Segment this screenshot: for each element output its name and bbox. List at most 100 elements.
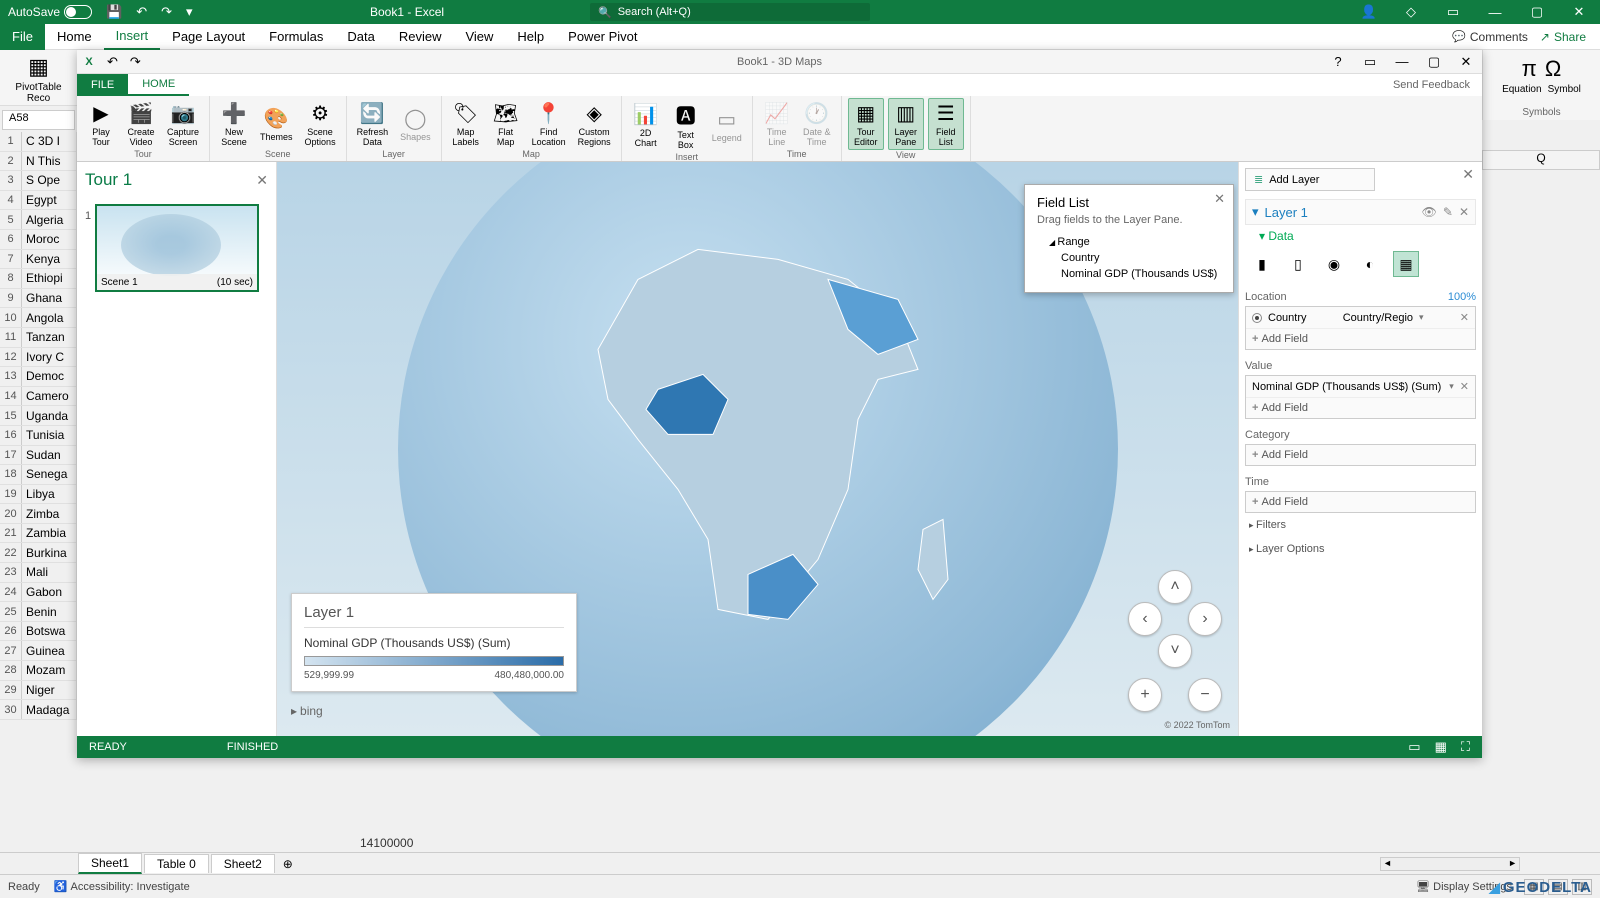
map-canvas[interactable]: ✕ Field List Drag fields to the Layer Pa…: [277, 162, 1238, 736]
map-rotate-left-button[interactable]: ‹: [1128, 602, 1162, 636]
flat-map-button[interactable]: 🗺FlatMap: [488, 98, 524, 149]
cell[interactable]: S Ope: [22, 171, 77, 190]
map-tilt-up-button[interactable]: ˄: [1158, 570, 1192, 604]
cell[interactable]: Egypt: [22, 191, 77, 210]
field-nominal-gdp[interactable]: Nominal GDP (Thousands US$): [1037, 266, 1221, 282]
field-list-button[interactable]: ☰FieldList: [928, 98, 964, 150]
symbol-icon[interactable]: Ω: [1545, 56, 1561, 82]
row-number[interactable]: 19: [0, 485, 22, 504]
row-number[interactable]: 29: [0, 681, 22, 700]
cell[interactable]: N This: [22, 152, 77, 171]
row-number[interactable]: 2: [0, 152, 22, 171]
cell[interactable]: Senega: [22, 465, 77, 484]
capture-screen-button[interactable]: 📷CaptureScreen: [163, 98, 203, 149]
row-number[interactable]: 28: [0, 661, 22, 680]
undo-icon[interactable]: ↶: [136, 4, 147, 20]
maps-view-tiles-icon[interactable]: ▦: [1435, 739, 1447, 755]
row-number[interactable]: 8: [0, 269, 22, 288]
cell[interactable]: Tunisia: [22, 426, 77, 445]
cell[interactable]: Guinea: [22, 641, 77, 660]
cell[interactable]: Zambia: [22, 524, 77, 543]
layer-1-header[interactable]: ▾Layer 1 👁 ✎ ✕: [1245, 199, 1476, 225]
row-number[interactable]: 17: [0, 446, 22, 465]
map-rotate-right-button[interactable]: ›: [1188, 602, 1222, 636]
field-country[interactable]: Country: [1037, 250, 1221, 266]
maps-close-button[interactable]: ✕: [1450, 50, 1482, 74]
coming-soon-icon[interactable]: ◇: [1390, 0, 1432, 24]
cell[interactable]: Ghana: [22, 289, 77, 308]
row-number[interactable]: 25: [0, 602, 22, 621]
viz-clustered-column[interactable]: ▯: [1285, 251, 1311, 277]
row-number[interactable]: 9: [0, 289, 22, 308]
maps-help-button[interactable]: ?: [1322, 50, 1354, 74]
cell[interactable]: Algeria: [22, 210, 77, 229]
name-box[interactable]: A58: [2, 110, 75, 130]
redo-icon[interactable]: ↷: [161, 4, 172, 20]
map-zoom-out-button[interactable]: −: [1188, 678, 1222, 712]
row-number[interactable]: 1: [0, 132, 22, 151]
cell[interactable]: Tanzan: [22, 328, 77, 347]
layer-delete-icon[interactable]: ✕: [1459, 205, 1469, 219]
tab-review[interactable]: Review: [387, 24, 454, 50]
tab-insert[interactable]: Insert: [104, 24, 161, 50]
data-section-toggle[interactable]: ▾ Data: [1245, 225, 1476, 247]
maps-maximize-button[interactable]: ▢: [1418, 50, 1450, 74]
cell[interactable]: Gabon: [22, 583, 77, 602]
row-number[interactable]: 3: [0, 171, 22, 190]
create-video-button[interactable]: 🎬CreateVideo: [123, 98, 159, 149]
cell[interactable]: Burkina: [22, 543, 77, 562]
map-labels-button[interactable]: 🏷MapLabels: [448, 98, 484, 149]
cell[interactable]: Niger: [22, 681, 77, 700]
row-number[interactable]: 15: [0, 406, 22, 425]
map-legend[interactable]: Layer 1 Nominal GDP (Thousands US$) (Sum…: [291, 593, 577, 692]
autosave-toggle[interactable]: AutoSave: [8, 5, 92, 19]
ribbon-mode-icon[interactable]: ▭: [1432, 0, 1474, 24]
equation-icon[interactable]: π: [1522, 56, 1537, 82]
row-number[interactable]: 13: [0, 367, 22, 386]
row-number[interactable]: 23: [0, 563, 22, 582]
accessibility-status[interactable]: ♿ Accessibility: Investigate: [54, 880, 190, 893]
add-value-field[interactable]: Add Field: [1246, 398, 1475, 418]
row-number[interactable]: 16: [0, 426, 22, 445]
map-tilt-down-button[interactable]: ˅: [1158, 634, 1192, 668]
add-location-field[interactable]: Add Field: [1246, 329, 1475, 349]
qat-dropdown-icon[interactable]: ▾: [186, 4, 193, 20]
maps-ribbon-toggle[interactable]: ▭: [1354, 50, 1386, 74]
maps-view-full-icon[interactable]: ⛶: [1461, 739, 1470, 755]
row-number[interactable]: 6: [0, 230, 22, 249]
cell[interactable]: Uganda: [22, 406, 77, 425]
cell[interactable]: Democ: [22, 367, 77, 386]
find-location-button[interactable]: 📍FindLocation: [528, 98, 570, 149]
new-scene-button[interactable]: ➕NewScene: [216, 98, 252, 149]
play-tour-button[interactable]: ▶PlayTour: [83, 98, 119, 149]
custom-regions-button[interactable]: ◈CustomRegions: [574, 98, 615, 149]
row-number[interactable]: 12: [0, 348, 22, 367]
layer-options-section[interactable]: Layer Options: [1245, 537, 1476, 561]
cell[interactable]: Mali: [22, 563, 77, 582]
cell[interactable]: Ivory C: [22, 348, 77, 367]
cell[interactable]: Camero: [22, 387, 77, 406]
share-button[interactable]: Share: [1540, 30, 1586, 44]
horizontal-scrollbar[interactable]: [1380, 857, 1520, 871]
field-list-close-icon[interactable]: ✕: [1214, 191, 1225, 207]
maps-tab-home[interactable]: HOME: [128, 74, 189, 96]
pivot-table-button[interactable]: ▦ PivotTable Reco: [0, 50, 77, 106]
viz-bubble[interactable]: ◉: [1321, 251, 1347, 277]
add-category-field[interactable]: Add Field: [1246, 445, 1475, 465]
cell[interactable]: Kenya: [22, 250, 77, 269]
row-number[interactable]: 11: [0, 328, 22, 347]
cell[interactable]: C 3D I: [22, 132, 77, 151]
cell[interactable]: Mozam: [22, 661, 77, 680]
maps-undo-icon[interactable]: ↶: [107, 54, 118, 70]
location-field-country[interactable]: Country Country/Regio ▾ ✕: [1246, 307, 1475, 329]
row-number[interactable]: 30: [0, 700, 22, 719]
cell[interactable]: Angola: [22, 308, 77, 327]
maps-redo-icon[interactable]: ↷: [130, 54, 141, 70]
cell[interactable]: Ethiopi: [22, 269, 77, 288]
sheet-tab-sheet2[interactable]: Sheet2: [211, 854, 275, 873]
scene-options-button[interactable]: ⚙SceneOptions: [301, 98, 340, 149]
2d-chart-button[interactable]: 📊2DChart: [628, 98, 664, 152]
row-number[interactable]: 26: [0, 622, 22, 641]
tab-home[interactable]: Home: [45, 24, 104, 50]
tab-formulas[interactable]: Formulas: [257, 24, 335, 50]
